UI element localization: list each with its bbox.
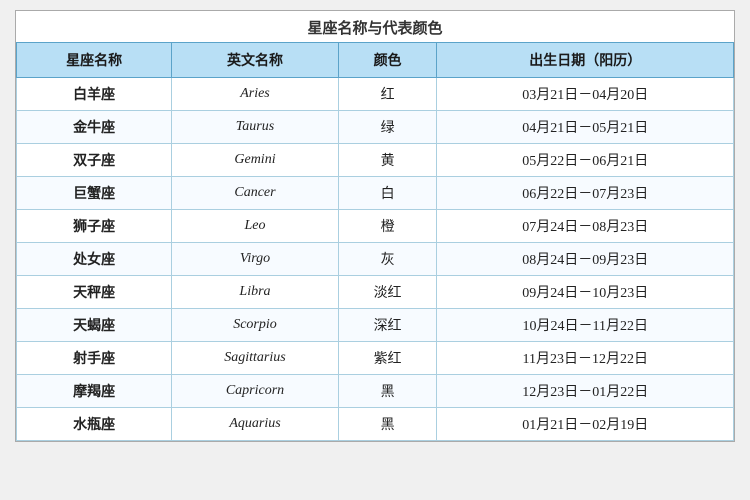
cell-chinese: 摩羯座 xyxy=(17,375,172,408)
cell-chinese: 水瓶座 xyxy=(17,408,172,441)
cell-color: 紫红 xyxy=(338,342,437,375)
cell-dates: 10月24日－11月22日 xyxy=(437,309,734,342)
cell-chinese: 双子座 xyxy=(17,144,172,177)
main-container: 星座名称与代表颜色 星座名称 英文名称 颜色 出生日期（阳历） 白羊座Aries… xyxy=(15,10,735,442)
cell-english: Capricorn xyxy=(172,375,338,408)
table-row: 摩羯座Capricorn黑12月23日－01月22日 xyxy=(17,375,734,408)
col-header-dates: 出生日期（阳历） xyxy=(437,43,734,78)
cell-dates: 11月23日－12月22日 xyxy=(437,342,734,375)
cell-dates: 08月24日－09月23日 xyxy=(437,243,734,276)
table-row: 狮子座Leo橙07月24日－08月23日 xyxy=(17,210,734,243)
col-header-chinese: 星座名称 xyxy=(17,43,172,78)
cell-dates: 07月24日－08月23日 xyxy=(437,210,734,243)
cell-chinese: 处女座 xyxy=(17,243,172,276)
cell-chinese: 白羊座 xyxy=(17,78,172,111)
cell-color: 深红 xyxy=(338,309,437,342)
cell-dates: 01月21日－02月19日 xyxy=(437,408,734,441)
cell-dates: 04月21日－05月21日 xyxy=(437,111,734,144)
cell-color: 黑 xyxy=(338,375,437,408)
cell-dates: 09月24日－10月23日 xyxy=(437,276,734,309)
cell-color: 绿 xyxy=(338,111,437,144)
cell-english: Scorpio xyxy=(172,309,338,342)
cell-english: Leo xyxy=(172,210,338,243)
cell-chinese: 金牛座 xyxy=(17,111,172,144)
table-row: 白羊座Aries红03月21日－04月20日 xyxy=(17,78,734,111)
cell-english: Virgo xyxy=(172,243,338,276)
cell-english: Cancer xyxy=(172,177,338,210)
cell-english: Sagittarius xyxy=(172,342,338,375)
col-header-color: 颜色 xyxy=(338,43,437,78)
cell-english: Libra xyxy=(172,276,338,309)
cell-chinese: 天秤座 xyxy=(17,276,172,309)
cell-dates: 06月22日－07月23日 xyxy=(437,177,734,210)
table-row: 金牛座Taurus绿04月21日－05月21日 xyxy=(17,111,734,144)
cell-english: Aries xyxy=(172,78,338,111)
cell-chinese: 狮子座 xyxy=(17,210,172,243)
table-row: 处女座Virgo灰08月24日－09月23日 xyxy=(17,243,734,276)
zodiac-table: 星座名称 英文名称 颜色 出生日期（阳历） 白羊座Aries红03月21日－04… xyxy=(16,42,734,441)
cell-color: 黄 xyxy=(338,144,437,177)
cell-english: Taurus xyxy=(172,111,338,144)
cell-color: 红 xyxy=(338,78,437,111)
table-row: 天秤座Libra淡红09月24日－10月23日 xyxy=(17,276,734,309)
cell-color: 白 xyxy=(338,177,437,210)
table-row: 双子座Gemini黄05月22日－06月21日 xyxy=(17,144,734,177)
table-row: 天蝎座Scorpio深红10月24日－11月22日 xyxy=(17,309,734,342)
cell-color: 橙 xyxy=(338,210,437,243)
col-header-english: 英文名称 xyxy=(172,43,338,78)
cell-chinese: 射手座 xyxy=(17,342,172,375)
table-header-row: 星座名称 英文名称 颜色 出生日期（阳历） xyxy=(17,43,734,78)
cell-dates: 05月22日－06月21日 xyxy=(437,144,734,177)
table-row: 水瓶座Aquarius黑01月21日－02月19日 xyxy=(17,408,734,441)
cell-color: 淡红 xyxy=(338,276,437,309)
cell-dates: 03月21日－04月20日 xyxy=(437,78,734,111)
cell-english: Aquarius xyxy=(172,408,338,441)
cell-english: Gemini xyxy=(172,144,338,177)
cell-chinese: 天蝎座 xyxy=(17,309,172,342)
cell-dates: 12月23日－01月22日 xyxy=(437,375,734,408)
page-title: 星座名称与代表颜色 xyxy=(16,11,734,42)
cell-color: 灰 xyxy=(338,243,437,276)
table-row: 射手座Sagittarius紫红11月23日－12月22日 xyxy=(17,342,734,375)
cell-color: 黑 xyxy=(338,408,437,441)
cell-chinese: 巨蟹座 xyxy=(17,177,172,210)
table-row: 巨蟹座Cancer白06月22日－07月23日 xyxy=(17,177,734,210)
